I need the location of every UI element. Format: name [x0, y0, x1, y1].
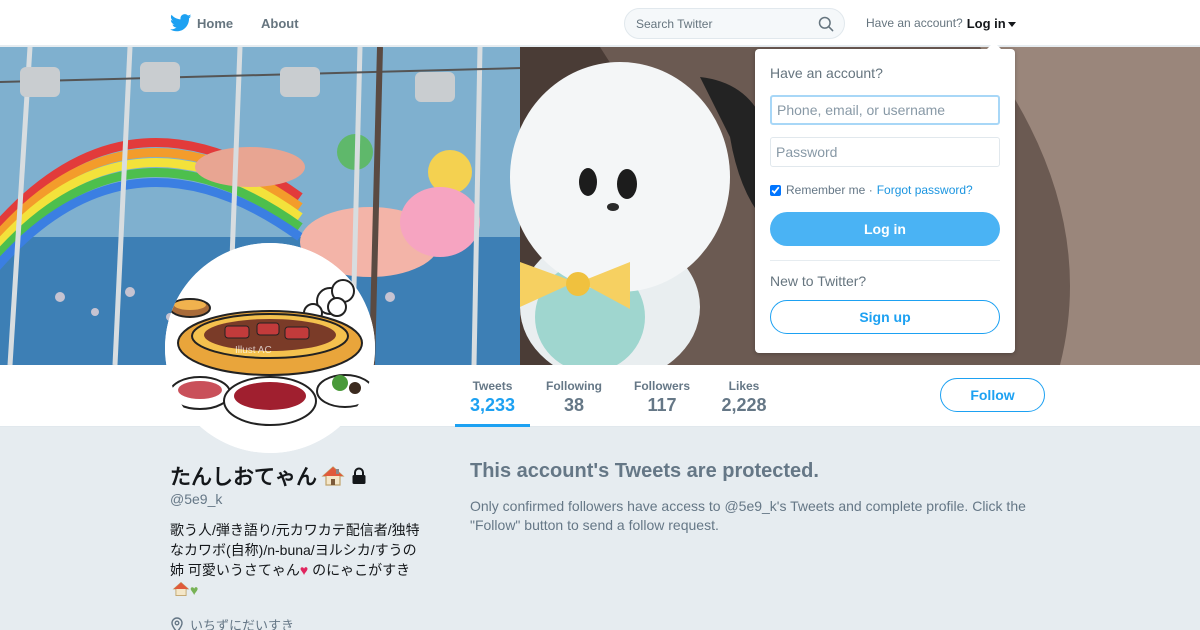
login-trigger[interactable]: Have an account? Log in [866, 0, 1016, 46]
login-button[interactable]: Log in [770, 212, 1000, 246]
stat-tweets-value: 3,233 [469, 395, 516, 415]
stat-likes-value: 2,228 [721, 395, 767, 415]
house-icon [172, 581, 190, 596]
forgot-password-link[interactable]: Forgot password? [877, 183, 973, 197]
profile-name[interactable]: たんしおてゃん [170, 461, 367, 491]
twitter-bird-icon [170, 14, 192, 32]
profile-handle[interactable]: @5e9_k [170, 491, 222, 507]
avatar[interactable]: Illust AC [165, 243, 375, 453]
top-navigation: Home About Have an account? Log in [0, 0, 1200, 46]
house-icon [321, 466, 345, 486]
profile-location: いちずにだいすき [170, 615, 294, 630]
nav-home-link[interactable]: Home [170, 0, 233, 46]
stat-followers-label: Followers [633, 379, 690, 393]
nav-home-label: Home [197, 15, 234, 31]
protected-text: Only confirmed followers have access to … [470, 498, 1026, 533]
location-text: いちずにだいすき [190, 618, 295, 630]
password-field[interactable] [770, 137, 1000, 167]
map-pin-icon [171, 616, 183, 630]
search-input[interactable] [636, 15, 806, 33]
account-prompt: Have an account? [866, 16, 963, 30]
new-to-twitter-prompt: New to Twitter? [770, 273, 867, 289]
stat-likes[interactable]: Likes 2,228 [716, 365, 772, 427]
login-dropdown-heading: Have an account? [770, 65, 883, 81]
login-link[interactable]: Log in [967, 16, 1006, 31]
stat-following-label: Following [546, 379, 602, 393]
stat-following[interactable]: Following 38 [538, 365, 610, 427]
profile-bio: 歌う人/弾き語り/元カワカテ配信者/独特なカワボ(自称)/n-buna/ヨルシカ… [170, 520, 430, 600]
bio-heart-red: ♥ [299, 562, 309, 578]
nav-about-link[interactable]: About [261, 0, 299, 46]
lock-icon [352, 467, 366, 484]
username-field[interactable] [770, 95, 1000, 125]
login-dropdown: Have an account? Remember me · Forgot pa… [755, 42, 1015, 353]
stat-followers-value: 117 [647, 395, 677, 415]
search-box[interactable] [624, 8, 845, 39]
bio-text-2: のにゃこがすき [308, 562, 411, 578]
divider [770, 260, 1000, 261]
avatar-watermark: Illust AC [235, 345, 272, 356]
stat-followers[interactable]: Followers 117 [626, 365, 698, 427]
stat-likes-label: Likes [728, 379, 760, 393]
stat-tweets[interactable]: Tweets 3,233 [455, 365, 530, 427]
bio-heart-green: ♥ [190, 582, 199, 598]
dropdown-arrow [987, 42, 1001, 49]
profile-name-text: たんしおてゃん [170, 466, 317, 489]
avatar-image: Illust AC [165, 243, 375, 453]
search-icon[interactable] [818, 16, 834, 32]
signup-button[interactable]: Sign up [770, 300, 1000, 334]
protected-title: This account's Tweets are protected. [470, 460, 819, 482]
stat-following-value: 38 [563, 395, 585, 415]
chevron-down-icon [1007, 21, 1016, 27]
remember-me-label: Remember me · [786, 183, 873, 197]
remember-me[interactable]: Remember me · Forgot password? [770, 183, 973, 197]
stat-tweets-label: Tweets [472, 379, 513, 393]
remember-me-checkbox[interactable] [770, 184, 781, 196]
follow-button[interactable]: Follow [940, 378, 1045, 412]
